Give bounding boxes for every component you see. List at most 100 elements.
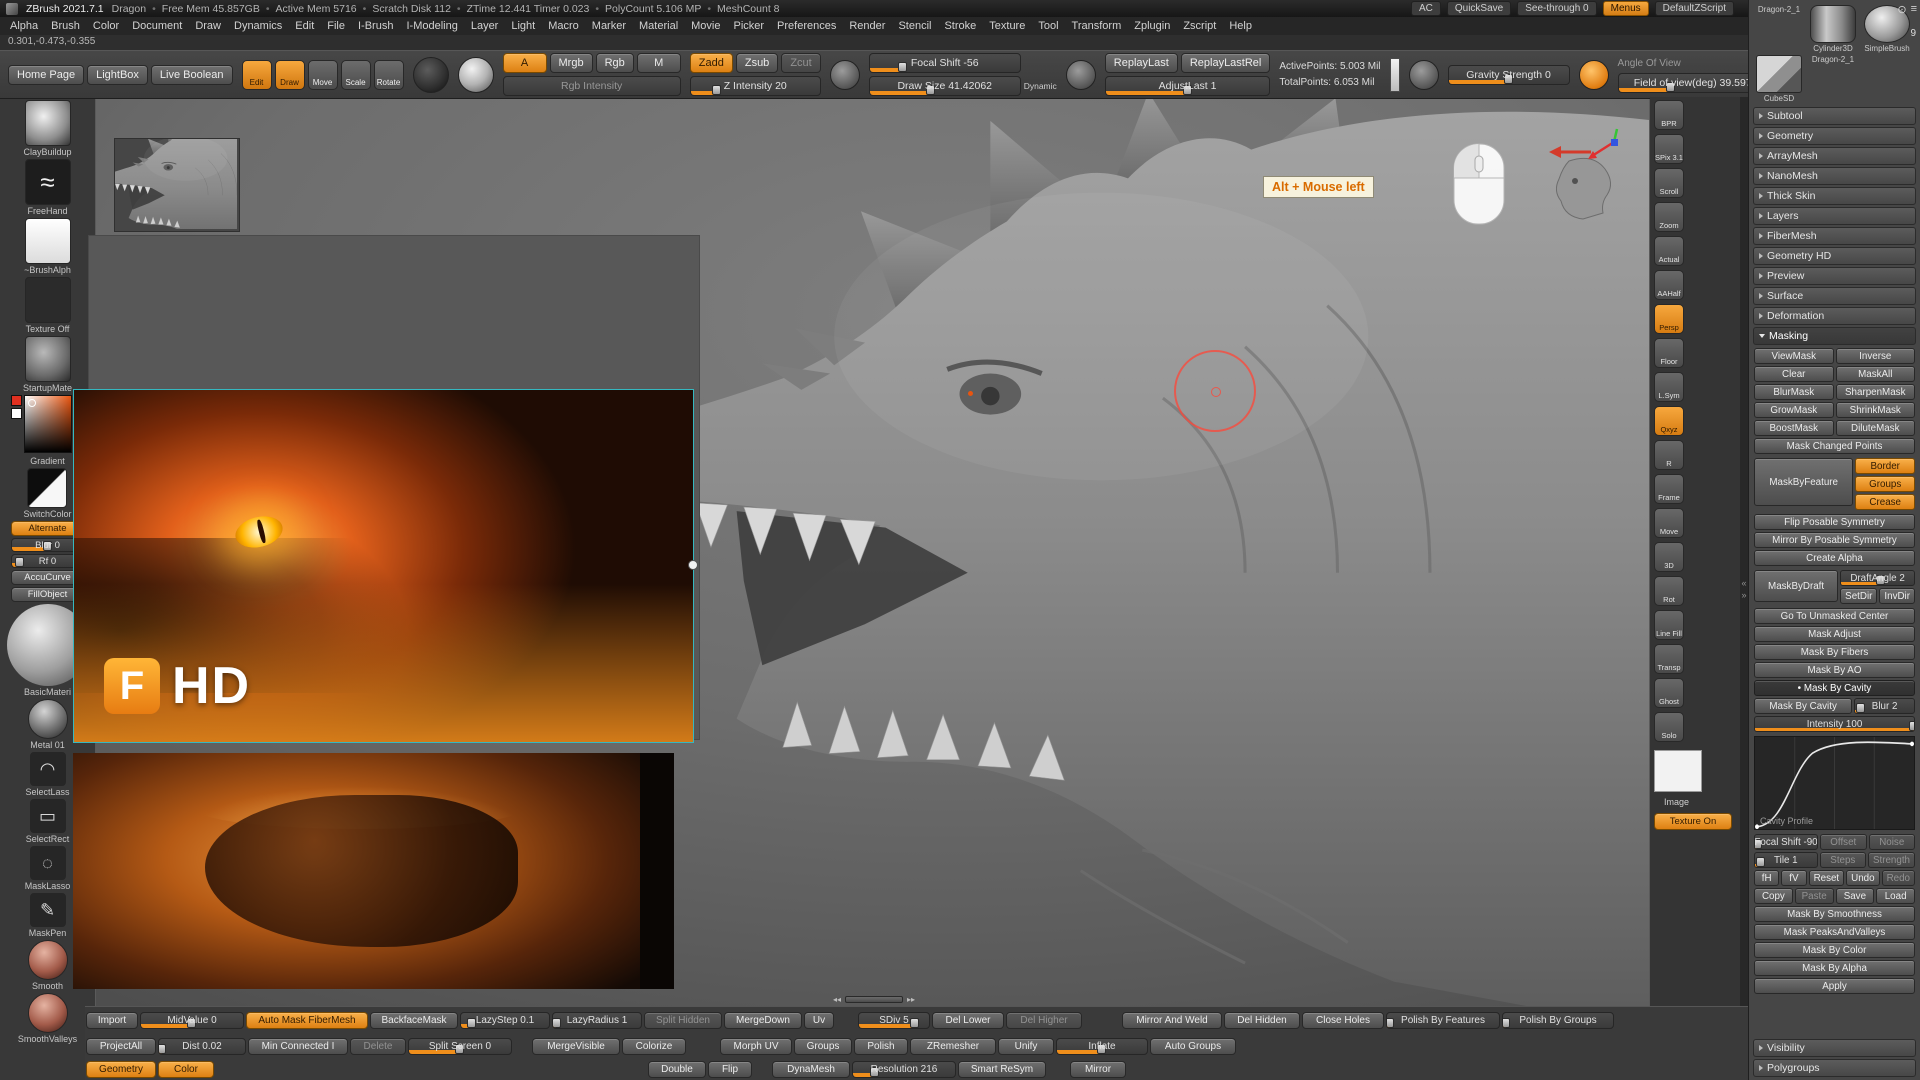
item-dilutemask[interactable]: DiluteMask bbox=[1836, 420, 1916, 436]
shelf-actual-button[interactable]: Actual bbox=[1654, 236, 1684, 266]
item-live-boolean[interactable]: Live Boolean bbox=[151, 65, 233, 85]
item-border[interactable]: Border bbox=[1855, 458, 1915, 474]
menu-dynamics[interactable]: Dynamics bbox=[234, 20, 282, 32]
mask-by-feature-button[interactable]: MaskByFeature bbox=[1754, 458, 1853, 506]
item-paste[interactable]: Paste bbox=[1795, 888, 1834, 904]
item-flip-posable-symmetry[interactable]: Flip Posable Symmetry bbox=[1754, 514, 1915, 530]
item-load[interactable]: Load bbox=[1876, 888, 1915, 904]
reference-image-smaug-closeup[interactable]: F HD bbox=[73, 389, 694, 743]
shelf-ghost-button[interactable]: Ghost bbox=[1654, 678, 1684, 708]
item-visibility[interactable]: Visibility bbox=[1753, 1039, 1916, 1057]
item-blur-2[interactable]: Blur 2 bbox=[1854, 698, 1915, 714]
menu-layer[interactable]: Layer bbox=[471, 20, 499, 32]
item-noise[interactable]: Noise bbox=[1869, 834, 1915, 850]
item-rotate[interactable]: Rotate bbox=[374, 60, 404, 90]
item-del-higher[interactable]: Del Higher bbox=[1006, 1012, 1082, 1029]
item-mirror[interactable]: Mirror bbox=[1070, 1061, 1126, 1078]
item-see-through-0[interactable]: See-through 0 bbox=[1517, 1, 1596, 16]
item-draw[interactable]: Draw bbox=[275, 60, 305, 90]
item-split-screen-0[interactable]: Split Screen 0 bbox=[408, 1038, 512, 1055]
scrub-right-icon[interactable]: ▸▸ bbox=[907, 995, 915, 1004]
item-invdir[interactable]: InvDir bbox=[1879, 588, 1915, 604]
item-mask-by-smoothness[interactable]: Mask By Smoothness bbox=[1754, 906, 1915, 922]
item-home-page[interactable]: Home Page bbox=[8, 65, 84, 85]
item-inverse[interactable]: Inverse bbox=[1836, 348, 1916, 364]
shelf-persp-button[interactable]: Persp bbox=[1654, 304, 1684, 334]
-brushalph-icon[interactable] bbox=[25, 218, 71, 264]
item-color[interactable]: Color bbox=[158, 1061, 214, 1078]
angle-of-view-icon[interactable] bbox=[1579, 60, 1609, 90]
tray-item-metal-01[interactable]: Metal 01 bbox=[28, 699, 68, 750]
selectrect-icon[interactable]: ▭ bbox=[30, 799, 66, 833]
item-mirror-by-posable-symmetry[interactable]: Mirror By Posable Symmetry bbox=[1754, 532, 1915, 548]
tray-item-startupmate[interactable]: StartupMate bbox=[23, 336, 72, 393]
scrub-bar[interactable] bbox=[845, 996, 903, 1003]
item-mrgb[interactable]: Mrgb bbox=[550, 53, 593, 73]
item-lazyradius-1[interactable]: LazyRadius 1 bbox=[552, 1012, 642, 1029]
item-layers[interactable]: Layers bbox=[1753, 207, 1916, 225]
item-import[interactable]: Import bbox=[86, 1012, 138, 1029]
item-colorize[interactable]: Colorize bbox=[622, 1038, 686, 1055]
selectlass-icon[interactable]: ◠ bbox=[30, 752, 66, 786]
tray-item-claybuildup[interactable]: ClayBuildup bbox=[23, 100, 71, 157]
tray-item-selectrect[interactable]: ▭SelectRect bbox=[26, 799, 70, 844]
scroll-left-icon[interactable]: « bbox=[1741, 578, 1746, 588]
item-rgb[interactable]: Rgb bbox=[596, 53, 634, 73]
shelf-zoom-button[interactable]: Zoom bbox=[1654, 202, 1684, 232]
tray-item-masklasso[interactable]: ◌MaskLasso bbox=[25, 846, 71, 891]
item-mask-changed-points[interactable]: Mask Changed Points bbox=[1754, 438, 1915, 454]
item-polygroups[interactable]: Polygroups bbox=[1753, 1059, 1916, 1077]
item-dist-0-02[interactable]: Dist 0.02 bbox=[158, 1038, 246, 1055]
item-delete[interactable]: Delete bbox=[350, 1038, 406, 1055]
menu-document[interactable]: Document bbox=[132, 20, 182, 32]
item-setdir[interactable]: SetDir bbox=[1840, 588, 1877, 604]
item-auto-groups[interactable]: Auto Groups bbox=[1150, 1038, 1236, 1055]
item-zremesher[interactable]: ZRemesher bbox=[910, 1038, 996, 1055]
item-deformation[interactable]: Deformation bbox=[1753, 307, 1916, 325]
item-growmask[interactable]: GrowMask bbox=[1754, 402, 1834, 418]
menu-macro[interactable]: Macro bbox=[548, 20, 579, 32]
shelf-rot-button[interactable]: Rot bbox=[1654, 576, 1684, 606]
item-preview[interactable]: Preview bbox=[1753, 267, 1916, 285]
item-dynamesh[interactable]: DynaMesh bbox=[772, 1061, 850, 1078]
item-mask-adjust[interactable]: Mask Adjust bbox=[1754, 626, 1915, 642]
shelf-3d-button[interactable]: 3D bbox=[1654, 542, 1684, 572]
item-mask-by-fibers[interactable]: Mask By Fibers bbox=[1754, 644, 1915, 660]
item-adjustlast-1[interactable]: AdjustLast 1 bbox=[1105, 76, 1271, 96]
tray-item-switchcolor[interactable]: SwitchColor bbox=[23, 468, 71, 519]
item-ac[interactable]: AC bbox=[1411, 1, 1441, 16]
item-save[interactable]: Save bbox=[1836, 888, 1875, 904]
item-edit[interactable]: Edit bbox=[242, 60, 272, 90]
tool-thumb-dragon-2-1[interactable]: Dragon-2_1 bbox=[1753, 5, 1805, 53]
shelf-transp-button[interactable]: Transp bbox=[1654, 644, 1684, 674]
item-replaylastrel[interactable]: ReplayLastRel bbox=[1181, 53, 1271, 73]
item-zcut[interactable]: Zcut bbox=[781, 53, 820, 73]
item-redo[interactable]: Redo bbox=[1882, 870, 1915, 886]
item-projectall[interactable]: ProjectAll bbox=[86, 1038, 156, 1055]
cube-thumb-icon[interactable] bbox=[1756, 55, 1802, 93]
cylinder-thumb-icon[interactable] bbox=[1810, 5, 1856, 43]
item-copy[interactable]: Copy bbox=[1754, 888, 1793, 904]
tool-thumb-dragon-2-1[interactable]: Dragon-2_1 bbox=[1807, 55, 1859, 103]
tray-item-smooth[interactable]: Smooth bbox=[28, 940, 68, 991]
shelf-scroll-button[interactable]: Scroll bbox=[1654, 168, 1684, 198]
item-mask-by-color[interactable]: Mask By Color bbox=[1754, 942, 1915, 958]
item-polish-by-features[interactable]: Polish By Features bbox=[1386, 1012, 1500, 1029]
menu-stroke[interactable]: Stroke bbox=[944, 20, 976, 32]
picker-icon[interactable]: ⊙ bbox=[1897, 3, 1906, 16]
menu-draw[interactable]: Draw bbox=[195, 20, 221, 32]
item-apply[interactable]: Apply bbox=[1754, 978, 1915, 994]
item-maskall[interactable]: MaskAll bbox=[1836, 366, 1916, 382]
item-steps[interactable]: Steps bbox=[1820, 852, 1866, 868]
document-thumbnail[interactable] bbox=[114, 138, 240, 232]
item-groups[interactable]: Groups bbox=[794, 1038, 852, 1055]
item-rgb-intensity[interactable]: Rgb Intensity bbox=[503, 76, 681, 96]
item-morph-uv[interactable]: Morph UV bbox=[720, 1038, 792, 1055]
metal-01-icon[interactable] bbox=[28, 699, 68, 739]
item-quicksave[interactable]: QuickSave bbox=[1447, 1, 1511, 16]
item-move[interactable]: Move bbox=[308, 60, 338, 90]
item-lazystep-0-1[interactable]: LazyStep 0.1 bbox=[460, 1012, 550, 1029]
item-a[interactable]: A bbox=[503, 53, 547, 73]
shelf-l-sym-button[interactable]: L.Sym bbox=[1654, 372, 1684, 402]
item-lightbox[interactable]: LightBox bbox=[87, 65, 148, 85]
